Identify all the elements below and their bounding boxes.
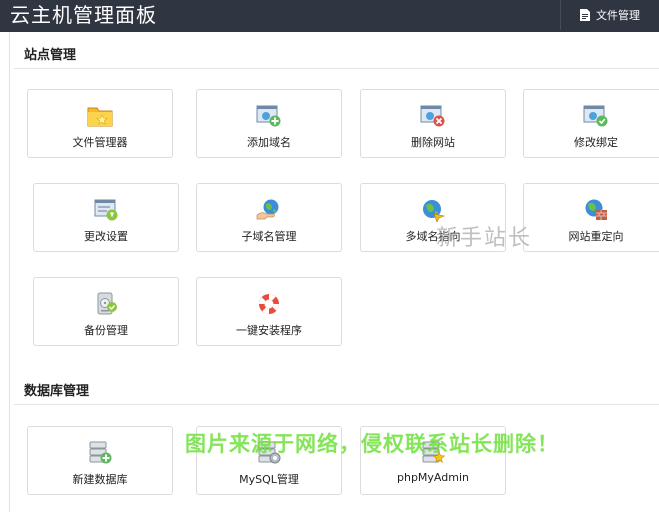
section-title-site: 站点管理	[24, 48, 77, 63]
delete-site-icon	[420, 105, 445, 127]
subdomain-icon	[256, 199, 279, 220]
top-bar: 云主机管理面板 文件管理	[0, 0, 659, 32]
card-site-redirect[interactable]: 网站重定向	[523, 183, 659, 252]
edit-binding-icon	[583, 105, 608, 127]
card-subdomain-management[interactable]: 子域名管理	[196, 183, 342, 252]
card-label: phpMyAdmin	[397, 471, 469, 484]
folder-icon	[87, 107, 113, 127]
card-file-manager[interactable]: 文件管理器	[27, 89, 173, 158]
card-mysql-management[interactable]: MySQL管理	[196, 426, 342, 495]
redirect-icon	[585, 199, 607, 220]
add-domain-icon	[256, 105, 281, 127]
card-label: 新建数据库	[72, 473, 128, 486]
card-delete-site[interactable]: 删除网站	[360, 89, 506, 158]
new-database-icon	[89, 441, 112, 464]
card-label: 网站重定向	[568, 230, 624, 243]
phpmyadmin-icon	[422, 441, 446, 463]
page-title: 云主机管理面板	[10, 3, 157, 27]
section-divider	[14, 68, 659, 69]
card-change-settings[interactable]: 更改设置	[33, 183, 179, 252]
card-label: 多域名指向	[405, 230, 461, 243]
section-divider	[14, 404, 659, 405]
card-phpmyadmin[interactable]: phpMyAdmin	[360, 426, 506, 495]
backup-icon	[97, 292, 117, 315]
card-label: 子域名管理	[241, 230, 297, 243]
card-label: 修改绑定	[574, 136, 618, 149]
card-label: 一键安装程序	[236, 324, 302, 337]
card-multi-domain[interactable]: 多域名指向	[360, 183, 506, 252]
card-label: 添加域名	[247, 136, 291, 149]
card-new-database[interactable]: 新建数据库	[27, 426, 173, 495]
mysql-icon	[258, 441, 281, 464]
settings-icon	[94, 199, 118, 221]
card-add-domain[interactable]: 添加域名	[196, 89, 342, 158]
section-title-database: 数据库管理	[24, 384, 90, 399]
file-manager-button-label: 文件管理	[596, 9, 640, 22]
card-label: 删除网站	[411, 136, 455, 149]
card-backup-management[interactable]: 备份管理	[33, 277, 179, 346]
multi-domain-icon	[423, 200, 446, 222]
card-label: 文件管理器	[72, 136, 128, 149]
file-manager-button[interactable]: 文件管理	[560, 0, 659, 30]
card-label: 更改设置	[84, 230, 128, 243]
lifebuoy-icon	[259, 294, 279, 314]
card-one-click-install[interactable]: 一键安装程序	[196, 277, 342, 346]
document-icon	[580, 9, 590, 21]
card-label: MySQL管理	[239, 473, 299, 486]
card-edit-binding[interactable]: 修改绑定	[523, 89, 659, 158]
card-label: 备份管理	[84, 324, 128, 337]
